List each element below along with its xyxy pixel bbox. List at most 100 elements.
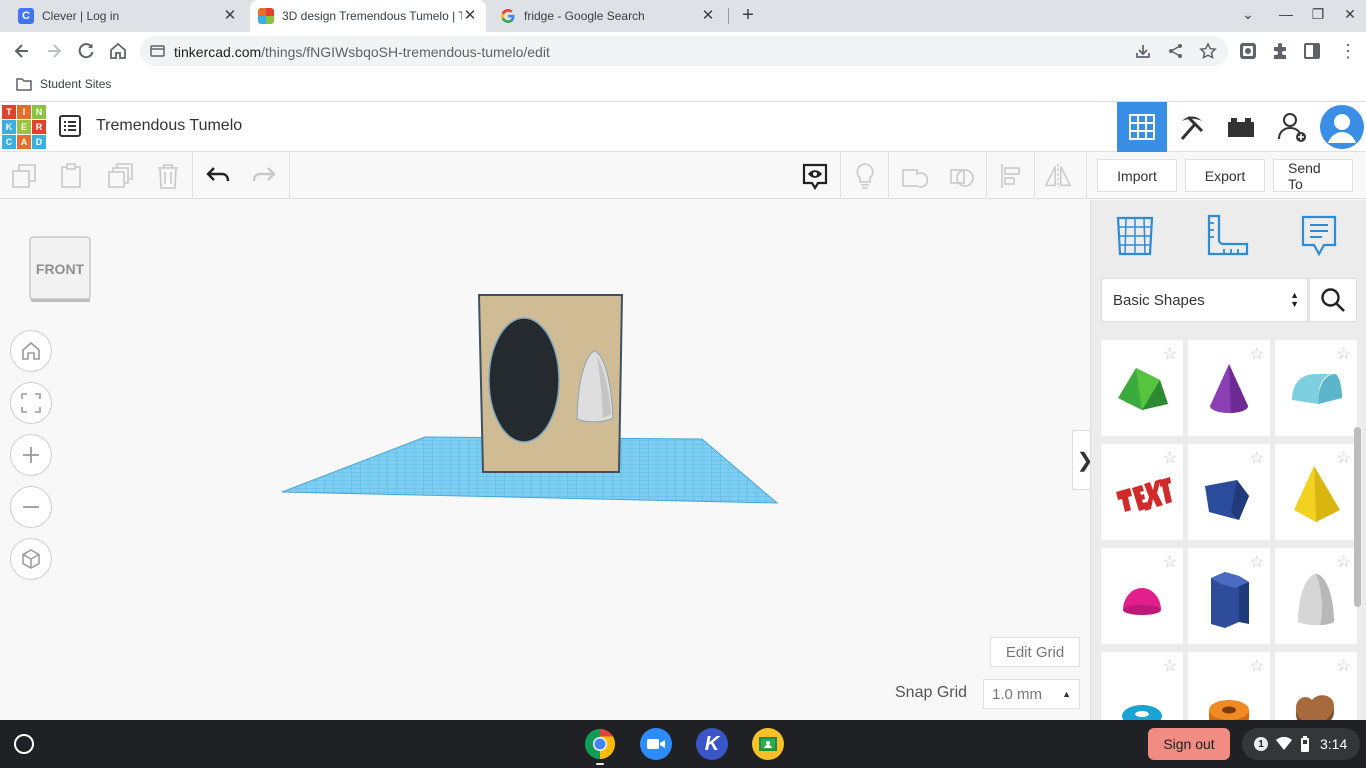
back-arrow-icon[interactable] bbox=[12, 41, 32, 61]
close-tab-icon[interactable]: ✕ bbox=[222, 8, 238, 24]
tinkercad-logo[interactable]: TIN KER CAD bbox=[2, 105, 46, 149]
shape-search-button[interactable] bbox=[1309, 278, 1357, 322]
shape-round-roof[interactable]: ☆ bbox=[1275, 340, 1357, 436]
panel-scrollbar[interactable] bbox=[1354, 427, 1361, 607]
shape-cone[interactable]: ☆ bbox=[1188, 340, 1270, 436]
url-path: /things/fNGIWsbqoSH-tremendous-tumelo/ed… bbox=[261, 44, 550, 60]
fit-view-button[interactable] bbox=[10, 382, 52, 424]
view-cube[interactable]: FRONT bbox=[28, 235, 92, 303]
forward-arrow-icon[interactable] bbox=[44, 41, 64, 61]
edit-grid-button[interactable]: Edit Grid bbox=[990, 637, 1080, 667]
workplane-tool-button[interactable] bbox=[1113, 214, 1157, 258]
shape-paraboloid[interactable]: ☆ bbox=[1275, 548, 1357, 644]
export-button[interactable]: Export bbox=[1185, 159, 1265, 192]
shape-polygon[interactable]: ☆ bbox=[1188, 444, 1270, 540]
user-avatar[interactable] bbox=[1317, 102, 1366, 152]
bookmark-student-sites[interactable]: Student Sites bbox=[16, 77, 111, 91]
home-view-button[interactable] bbox=[10, 330, 52, 372]
shape-half-sphere[interactable]: ☆ bbox=[1101, 548, 1183, 644]
bookmarks-bar: Student Sites bbox=[0, 70, 1366, 102]
redo-button[interactable] bbox=[250, 162, 278, 190]
logo-letter: I bbox=[17, 105, 31, 119]
import-button[interactable]: Import bbox=[1097, 159, 1177, 192]
tinkercad-header: TIN KER CAD Tremendous Tumelo bbox=[0, 102, 1366, 152]
minimize-window-icon[interactable]: — bbox=[1276, 6, 1296, 22]
paste-button[interactable] bbox=[57, 162, 85, 190]
notes-tool-button[interactable] bbox=[801, 162, 829, 190]
tab-google-search[interactable]: fridge - Google Search ✕ bbox=[490, 0, 726, 32]
3d-design-view-button[interactable] bbox=[1117, 102, 1167, 152]
mirror-button[interactable] bbox=[1044, 162, 1072, 190]
shape-hexagonal-prism[interactable]: ☆ bbox=[1188, 548, 1270, 644]
screen-capture-extension-icon[interactable] bbox=[1238, 41, 1258, 61]
edit-toolbar: Import Export Send To bbox=[0, 152, 1366, 199]
tab-clever[interactable]: C Clever | Log in ✕ bbox=[8, 0, 248, 32]
blocks-view-button[interactable] bbox=[1167, 102, 1217, 152]
zoom-in-button[interactable] bbox=[10, 434, 52, 476]
snap-grid-select[interactable]: 1.0 mm ▲ bbox=[983, 679, 1080, 709]
design-title[interactable]: Tremendous Tumelo bbox=[96, 117, 242, 135]
side-panel-icon[interactable] bbox=[1302, 41, 1322, 61]
shape-library-select[interactable]: Basic Shapes ▲ ▼ bbox=[1101, 278, 1308, 322]
copy-button[interactable] bbox=[10, 162, 38, 190]
ungroup-button[interactable] bbox=[948, 162, 976, 190]
kami-app-icon[interactable]: K bbox=[696, 728, 728, 760]
chrome-icon bbox=[584, 729, 616, 759]
shape-pyramid[interactable]: ☆ bbox=[1275, 444, 1357, 540]
new-tab-button[interactable]: + bbox=[738, 5, 758, 26]
polygon-icon bbox=[1205, 480, 1249, 520]
status-area[interactable]: 1 3:14 bbox=[1242, 728, 1360, 760]
shape-heart[interactable]: ☆ bbox=[1275, 652, 1357, 720]
launcher-button[interactable] bbox=[14, 734, 34, 754]
install-app-icon[interactable] bbox=[1134, 42, 1152, 60]
add-user-icon bbox=[1278, 113, 1306, 142]
close-tab-icon[interactable]: ✕ bbox=[700, 8, 716, 24]
duplicate-button[interactable] bbox=[106, 162, 134, 190]
ruler-tool-button[interactable] bbox=[1205, 214, 1249, 258]
show-all-button[interactable] bbox=[851, 162, 879, 190]
bookmark-star-icon[interactable] bbox=[1199, 42, 1217, 60]
shape-text[interactable]: ☆ bbox=[1101, 444, 1183, 540]
cylinder-hole-shape[interactable] bbox=[488, 317, 560, 443]
send-to-button[interactable]: Send To bbox=[1273, 159, 1353, 192]
perspective-cube-icon bbox=[22, 549, 40, 569]
restore-window-icon[interactable]: ❐ bbox=[1308, 6, 1328, 23]
sign-out-button[interactable]: Sign out bbox=[1148, 728, 1230, 760]
delete-button[interactable] bbox=[154, 162, 182, 190]
group-button[interactable] bbox=[900, 162, 928, 190]
ortho-view-button[interactable] bbox=[10, 538, 52, 580]
align-button[interactable] bbox=[997, 162, 1025, 190]
shape-tube[interactable]: ☆ bbox=[1188, 652, 1270, 720]
design-list-icon[interactable] bbox=[59, 115, 81, 137]
bricks-view-button[interactable] bbox=[1216, 102, 1266, 152]
logo-letter: A bbox=[17, 135, 31, 149]
cone-icon bbox=[1210, 364, 1249, 413]
shape-roof[interactable]: ☆ bbox=[1101, 340, 1183, 436]
pickaxe-icon bbox=[1180, 115, 1204, 140]
close-window-icon[interactable]: ✕ bbox=[1340, 6, 1360, 23]
address-bar[interactable]: tinkercad.com/things/fNGIWsbqoSH-tremend… bbox=[140, 36, 1228, 66]
3d-scene[interactable] bbox=[0, 200, 1090, 720]
shape-torus[interactable]: ☆ bbox=[1101, 652, 1183, 720]
workplane-viewport[interactable]: FRONT Edit Grid Snap Grid 1.0 mm ▲ ❯ bbox=[0, 200, 1097, 720]
brick-icon bbox=[1228, 118, 1254, 137]
grid-view-icon bbox=[1129, 114, 1155, 140]
invite-user-button[interactable] bbox=[1267, 102, 1317, 152]
browser-menu-icon[interactable]: ⋮ bbox=[1338, 41, 1358, 61]
tab-tinkercad[interactable]: 3D design Tremendous Tumelo | Tinkercad … bbox=[250, 0, 486, 32]
site-info-icon[interactable] bbox=[150, 44, 165, 58]
home-icon[interactable] bbox=[108, 41, 128, 61]
paste-icon bbox=[61, 163, 81, 188]
zoom-out-button[interactable] bbox=[10, 486, 52, 528]
chrome-app-icon[interactable] bbox=[584, 728, 616, 760]
notes-panel-button[interactable] bbox=[1297, 214, 1341, 258]
extensions-puzzle-icon[interactable] bbox=[1270, 41, 1290, 61]
share-icon[interactable] bbox=[1167, 42, 1185, 60]
running-indicator bbox=[596, 763, 604, 765]
classroom-app-icon[interactable] bbox=[752, 728, 784, 760]
zoom-app-icon[interactable] bbox=[640, 728, 672, 760]
reload-icon[interactable] bbox=[76, 41, 96, 61]
undo-button[interactable] bbox=[204, 162, 232, 190]
tab-search-chevron-icon[interactable]: ⌄ bbox=[1238, 6, 1258, 23]
close-tab-icon[interactable]: ✕ bbox=[462, 8, 478, 24]
